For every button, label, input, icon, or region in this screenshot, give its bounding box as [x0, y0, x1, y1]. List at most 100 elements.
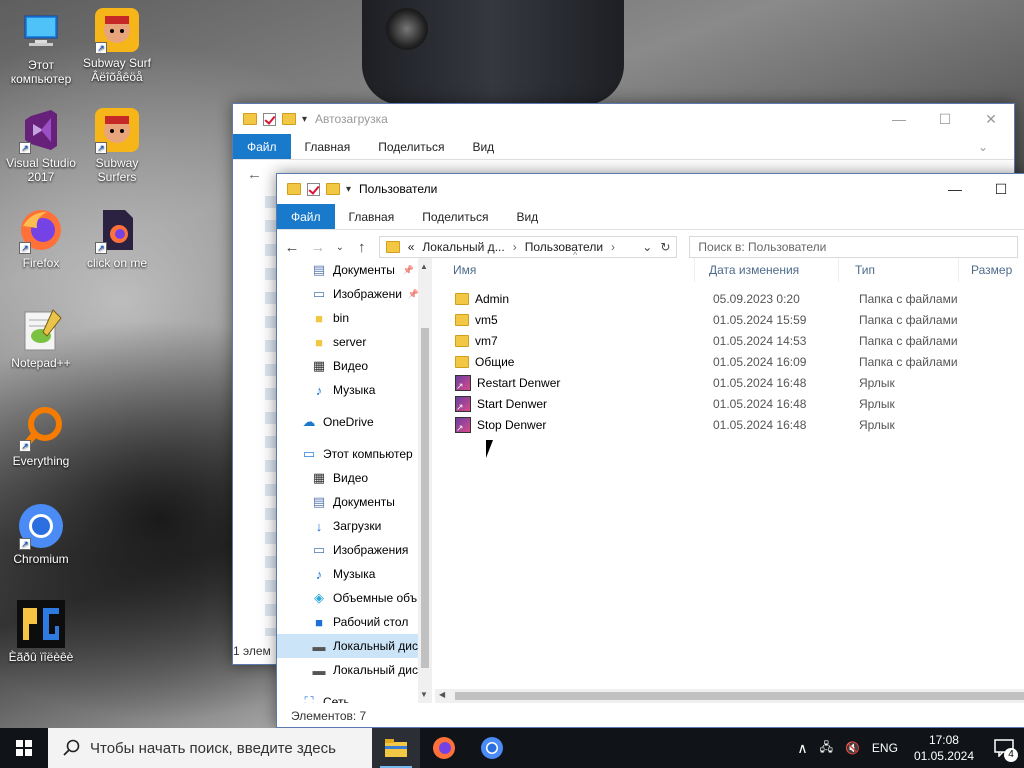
properties-icon[interactable] [307, 182, 320, 196]
recent-locations-icon[interactable]: ⌄ [335, 242, 345, 253]
address-bar[interactable]: « Локальный д... › Пользователи › ⌄ ↻ [378, 236, 678, 258]
network-icon[interactable]: 🖧 [814, 738, 839, 759]
clock[interactable]: 17:08 01.05.2024 [904, 732, 984, 764]
up-arrow-icon[interactable]: ↑ [353, 239, 371, 256]
desktop-icon-notepadpp[interactable]: Notepad++ [0, 306, 82, 370]
desktop-icon-this-pc[interactable]: Этот компьютер [0, 8, 82, 86]
search-input[interactable]: Поиск в: Пользователи [689, 236, 1019, 258]
desktop-icon-everything[interactable]: ↗ Everything [0, 404, 82, 468]
breadcrumb-separator-icon[interactable]: › [611, 240, 615, 254]
column-type[interactable]: Тип [839, 258, 959, 282]
navigation-pane[interactable]: ▤ Документы 📌 ▭ Изображени 📌 ■ bin ■ server ▦ Видео… [277, 258, 431, 703]
new-folder-icon[interactable] [282, 113, 296, 125]
minimize-button[interactable]: — [932, 174, 978, 204]
scroll-down-icon[interactable]: ▼ [420, 690, 428, 699]
sidebar-item[interactable]: ▭ Изображения [277, 538, 430, 562]
sidebar-item[interactable]: ■ server [277, 330, 430, 354]
desktop-icon-label: Subway Surf Âëîõåêöå [82, 56, 152, 84]
scrollbar-thumb[interactable] [455, 692, 1024, 700]
tab-view[interactable]: Вид [458, 134, 508, 159]
sidebar-item[interactable]: ▭ Изображени 📌 [277, 282, 430, 306]
sidebar-item[interactable]: ◈ Объемные объ [277, 586, 430, 610]
column-name[interactable]: Имя [435, 258, 695, 282]
tab-home[interactable]: Главная [291, 134, 365, 159]
tab-share[interactable]: Поделиться [364, 134, 458, 159]
new-folder-icon[interactable] [326, 183, 340, 195]
file-row[interactable]: Restart Denwer 01.05.2024 16:48 Ярлык [435, 372, 1024, 393]
file-list[interactable]: Имя Дата изменения Тип Размер ^ Admin 05.… [435, 250, 1024, 703]
title-bar[interactable]: ▾ Автозагрузка — ☐ ✕ [233, 104, 1014, 134]
sidebar-item[interactable]: ♪ Музыка [277, 378, 430, 402]
file-row[interactable]: Общие 01.05.2024 16:09 Папка с файлами [435, 351, 1024, 372]
action-center-button[interactable]: 4 [984, 728, 1024, 768]
desktop-icon-label: Notepad++ [11, 356, 71, 370]
music-icon: ♪ [315, 382, 323, 398]
scrollbar-thumb[interactable] [421, 328, 429, 668]
sidebar-item[interactable]: ▬ Локальный дис [277, 634, 430, 658]
taskbar-file-explorer[interactable] [372, 728, 420, 768]
title-bar[interactable]: ▾ Пользователи — ☐ [277, 174, 1024, 204]
taskbar-chromium[interactable] [468, 728, 516, 768]
breadcrumb-separator-icon[interactable]: › [513, 240, 517, 254]
desktop-icon-click-on-me[interactable]: ↗ click on me [76, 206, 158, 270]
refresh-icon[interactable]: ↻ [660, 240, 670, 254]
sidebar-item[interactable]: ■ Рабочий стол [277, 610, 430, 634]
scroll-left-icon[interactable]: ◀ [439, 690, 445, 699]
taskbar-firefox[interactable] [420, 728, 468, 768]
column-date[interactable]: Дата изменения [695, 258, 839, 282]
sidebar-item[interactable]: ▬ Локальный дис [277, 658, 430, 682]
sidebar-item[interactable]: ⛶ Сеть [277, 690, 430, 703]
forward-arrow-icon[interactable]: → [309, 239, 327, 256]
minimize-button[interactable]: — [876, 104, 922, 134]
file-row[interactable]: Stop Denwer 01.05.2024 16:48 Ярлык [435, 414, 1024, 435]
chevron-down-icon[interactable]: ▾ [302, 114, 307, 125]
tab-share[interactable]: Поделиться [408, 204, 502, 229]
sidebar-item[interactable]: ▦ Видео [277, 466, 430, 490]
sidebar-item[interactable]: ■ bin [277, 306, 430, 330]
horizontal-scrollbar[interactable]: ◀ [435, 689, 1024, 703]
sidebar-item[interactable]: ▤ Документы [277, 490, 430, 514]
explorer-window-users[interactable]: ▾ Пользователи — ☐ Файл Главная Поделить… [276, 173, 1024, 728]
maximize-button[interactable]: ☐ [978, 174, 1024, 204]
show-hidden-icons-icon[interactable]: ∧ [791, 740, 813, 757]
sidebar-item[interactable]: ▦ Видео [277, 354, 430, 378]
taskbar-search-box[interactable]: Чтобы начать поиск, введите здесь [48, 728, 372, 768]
language-indicator[interactable]: ENG [866, 741, 904, 755]
desktop-icon-subway-surf[interactable]: ↗ Subway Surf Âëîõåêöå [76, 6, 158, 84]
tab-home[interactable]: Главная [335, 204, 409, 229]
file-row[interactable]: Start Denwer 01.05.2024 16:48 Ярлык [435, 393, 1024, 414]
address-overflow[interactable]: « [408, 240, 415, 254]
sidebar-item[interactable]: ↓ Загрузки [277, 514, 430, 538]
nav-pane-scrollbar[interactable]: ▲ ▼ [418, 258, 432, 703]
breadcrumb-users[interactable]: Пользователи [525, 240, 603, 254]
properties-icon[interactable] [263, 112, 276, 126]
back-arrow-icon[interactable]: ← [283, 239, 301, 256]
tab-file[interactable]: Файл [233, 134, 291, 159]
address-dropdown-icon[interactable]: ⌄ [642, 240, 652, 254]
expand-ribbon-icon[interactable]: ⌄ [978, 134, 1014, 159]
start-button[interactable] [0, 728, 48, 768]
desktop-icon-firefox[interactable]: ↗ Firefox [0, 206, 82, 270]
column-size[interactable]: Размер [959, 258, 1019, 282]
sidebar-item[interactable]: ▭ Этот компьютер [277, 442, 430, 466]
close-button[interactable]: ✕ [968, 104, 1014, 134]
breadcrumb-local-disk[interactable]: Локальный д... [422, 240, 504, 254]
scroll-up-icon[interactable]: ▲ [420, 262, 428, 271]
file-row[interactable]: Admin 05.09.2023 0:20 Папка с файлами [435, 288, 1024, 309]
chevron-down-icon[interactable]: ▾ [346, 184, 351, 195]
volume-muted-icon[interactable]: 🔇 [839, 741, 866, 755]
desktop-icon-chromium[interactable]: ↗ Chromium [0, 502, 82, 566]
tab-file[interactable]: Файл [277, 204, 335, 229]
maximize-button[interactable]: ☐ [922, 104, 968, 134]
desktop-icon-subway-surfers[interactable]: ↗ Subway Surfers [76, 106, 158, 184]
back-arrow-icon[interactable]: ← [247, 166, 262, 183]
desktop-icon-visual-studio[interactable]: ↗ Visual Studio 2017 [0, 106, 82, 184]
sidebar-item[interactable]: ▤ Документы 📌 [277, 258, 430, 282]
sidebar-item-label: Изображени [333, 287, 402, 301]
file-row[interactable]: vm5 01.05.2024 15:59 Папка с файлами [435, 309, 1024, 330]
sidebar-item[interactable]: ☁ OneDrive [277, 410, 430, 434]
tab-view[interactable]: Вид [502, 204, 552, 229]
desktop-icon-game[interactable]: Èãðû ïîëèêè [0, 600, 82, 664]
sidebar-item[interactable]: ♪ Музыка [277, 562, 430, 586]
file-row[interactable]: vm7 01.05.2024 14:53 Папка с файлами [435, 330, 1024, 351]
